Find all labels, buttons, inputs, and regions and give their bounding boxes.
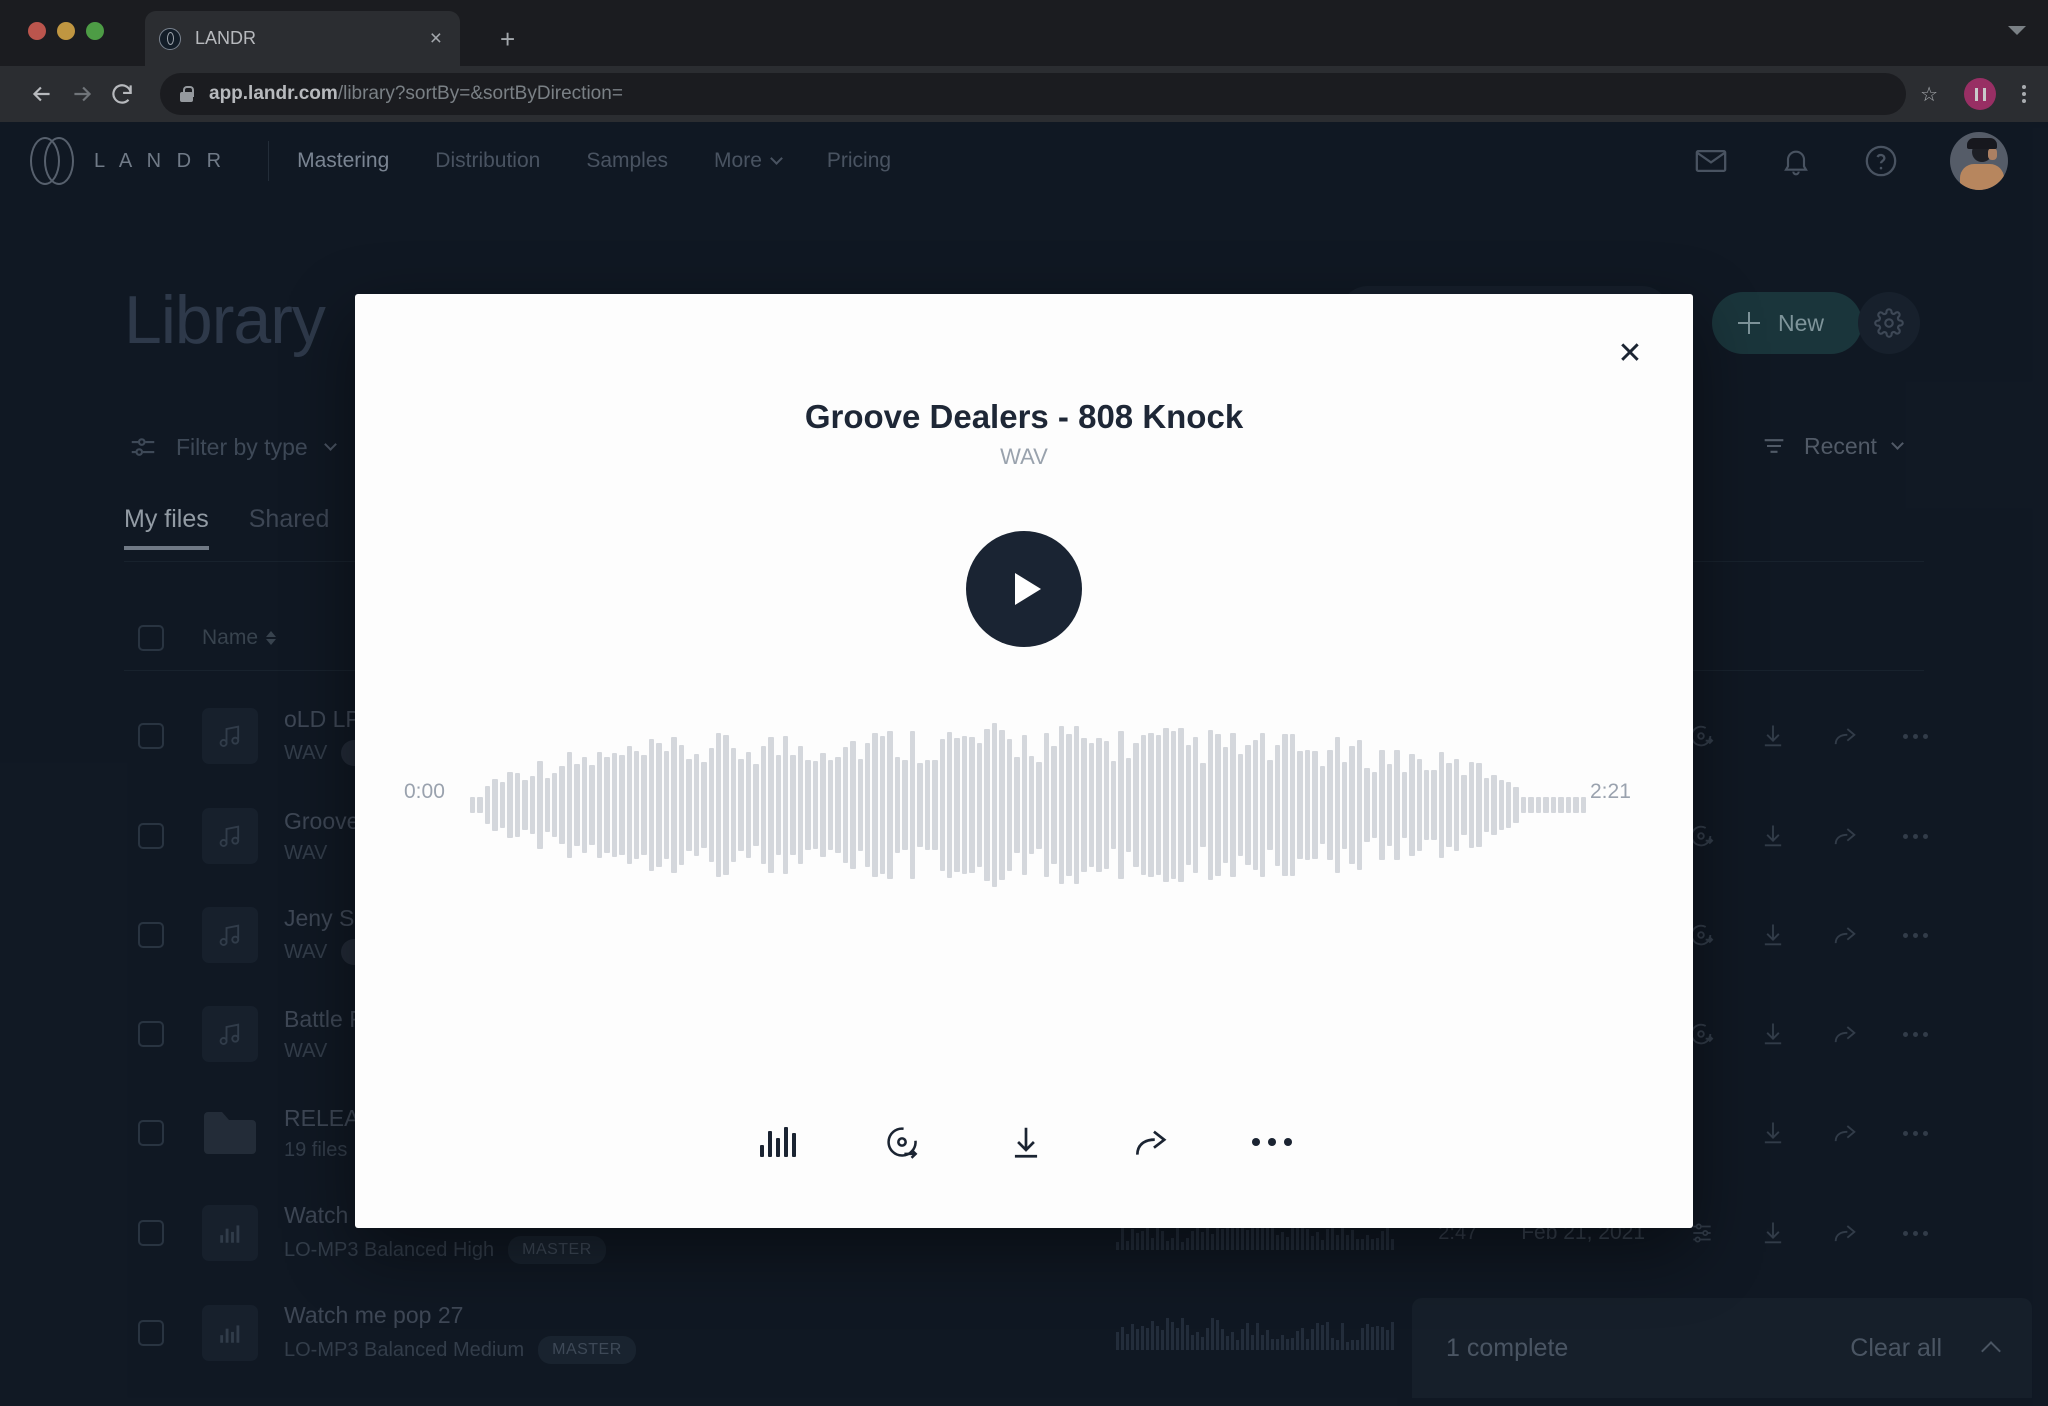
download-icon bbox=[1014, 1127, 1038, 1158]
modal-format: WAV bbox=[1000, 444, 1048, 469]
more-button[interactable] bbox=[1252, 1138, 1292, 1146]
play-icon bbox=[1015, 573, 1041, 605]
screen-root: LANDR × + app.landr.com/library?sortBy=&… bbox=[0, 0, 2048, 1406]
modal-title: Groove Dealers - 808 Knock bbox=[804, 398, 1244, 435]
more-icon bbox=[1252, 1138, 1260, 1146]
waveform-scrubber[interactable] bbox=[470, 710, 1586, 900]
time-start: 0:00 bbox=[404, 780, 445, 803]
share-button[interactable] bbox=[1128, 1120, 1172, 1164]
time-end: 2:21 bbox=[1590, 780, 1631, 803]
share-icon bbox=[1135, 1130, 1167, 1155]
send-to-master-icon bbox=[887, 1127, 918, 1159]
play-button[interactable] bbox=[966, 531, 1082, 647]
equalizer-button[interactable] bbox=[756, 1120, 800, 1164]
close-icon[interactable]: ✕ bbox=[1609, 332, 1651, 374]
modal-action-bar bbox=[355, 1120, 1693, 1164]
audio-preview-modal: ✕ Groove Dealers - 808 Knock WAV 0:00 2:… bbox=[355, 294, 1693, 1228]
download-button[interactable] bbox=[1004, 1120, 1048, 1164]
equalizer-icon bbox=[760, 1127, 796, 1157]
send-to-master-button[interactable] bbox=[880, 1120, 924, 1164]
